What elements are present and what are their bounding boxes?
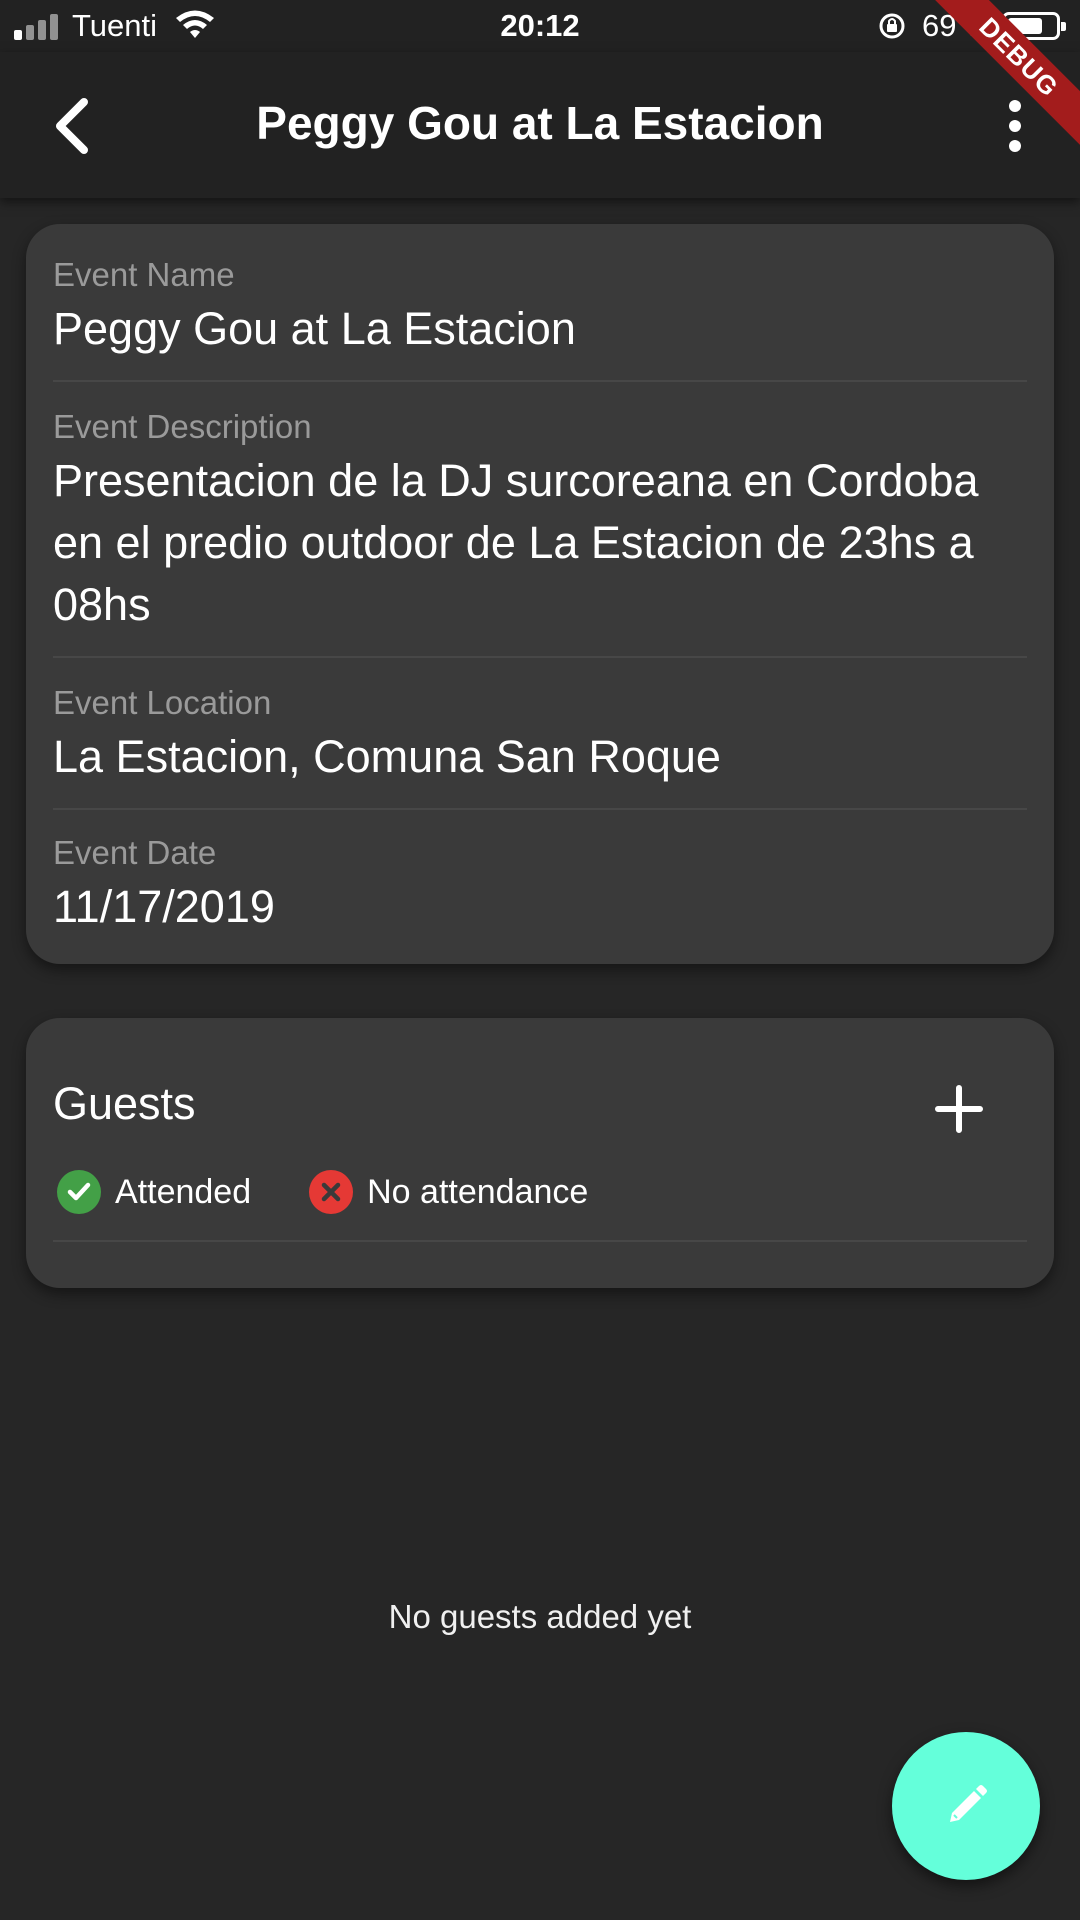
event-name-field: Event Name Peggy Gou at La Estacion xyxy=(53,256,1027,360)
page-title: Peggy Gou at La Estacion xyxy=(256,97,824,149)
divider xyxy=(53,808,1027,810)
x-circle-icon xyxy=(309,1170,354,1214)
legend-no-attendance-label: No attendance xyxy=(367,1172,589,1211)
status-time: 20:12 xyxy=(500,8,580,43)
event-description-label: Event Description xyxy=(53,408,312,445)
divider xyxy=(53,656,1027,658)
empty-guests-message: No guests added yet xyxy=(388,1598,692,1635)
legend-attended: Attended xyxy=(53,1170,251,1214)
event-location-label: Event Location xyxy=(53,684,272,721)
event-name-value: Peggy Gou at La Estacion xyxy=(53,303,576,354)
divider xyxy=(53,1240,1027,1242)
rotation-lock-icon xyxy=(879,13,905,39)
event-name-label: Event Name xyxy=(53,256,235,293)
status-bar: Tuenti 20:12 69 % xyxy=(0,0,1080,52)
more-vertical-icon xyxy=(1009,100,1021,112)
divider xyxy=(53,380,1027,382)
event-location-value: La Estacion, Comuna San Roque xyxy=(53,731,721,782)
check-circle-icon xyxy=(57,1170,101,1214)
event-date-value: 11/17/2019 xyxy=(53,881,275,932)
event-location-field: Event Location La Estacion, Comuna San R… xyxy=(53,684,1027,788)
event-date-label: Event Date xyxy=(53,834,217,871)
legend-no-attendance: No attendance xyxy=(305,1170,588,1214)
guests-title: Guests xyxy=(53,1078,196,1129)
legend-attended-label: Attended xyxy=(115,1172,252,1211)
app-bar: Peggy Gou at La Estacion xyxy=(0,52,1080,198)
edit-event-fab[interactable] xyxy=(892,1732,1040,1880)
chevron-left-icon xyxy=(56,98,88,154)
event-description-field: Event Description Presentacion de la DJ … xyxy=(53,408,1027,636)
event-details-card: Event Name Peggy Gou at La Estacion Even… xyxy=(26,224,1054,964)
event-description-value: Presentacion de la DJ surcoreana en Cord… xyxy=(53,455,979,630)
attendance-legend: Attended No attendance xyxy=(53,1170,642,1214)
pencil-icon xyxy=(950,1785,987,1822)
event-date-field: Event Date 11/17/2019 xyxy=(53,834,1027,938)
more-options-button[interactable] xyxy=(990,96,1040,156)
plus-icon[interactable] xyxy=(924,1074,994,1144)
guests-card: Guests Attended No attendance xyxy=(26,1018,1054,1288)
back-button[interactable] xyxy=(42,88,102,164)
